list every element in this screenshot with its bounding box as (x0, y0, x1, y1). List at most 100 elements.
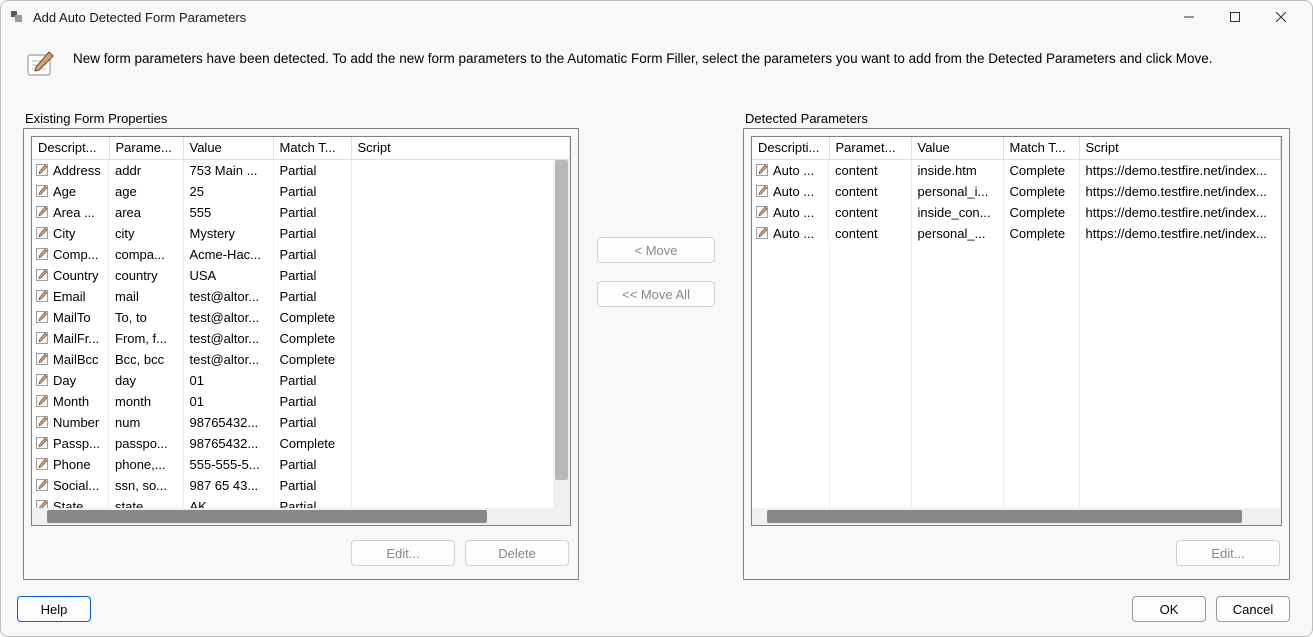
cell-value: 98765432... (183, 412, 273, 433)
table-row[interactable]: Phonephone,...555-555-5...Partial (32, 454, 570, 475)
move-all-button[interactable]: << Move All (597, 281, 715, 307)
cell-param: compa... (109, 244, 183, 265)
cell-param: addr (109, 159, 183, 181)
edit-row-icon (35, 373, 49, 387)
edit-row-icon (35, 457, 49, 471)
table-row[interactable]: CountrycountryUSAPartial (32, 265, 570, 286)
cell-description-text: Area ... (53, 205, 95, 220)
cell-description-text: Auto ... (773, 184, 814, 199)
window-controls (1166, 1, 1304, 33)
cell-param: ssn, so... (109, 475, 183, 496)
table-row[interactable]: Addressaddr753 Main ...Partial (32, 159, 570, 181)
table-row[interactable]: Numbernum98765432...Partial (32, 412, 570, 433)
table-row[interactable]: MailBccBcc, bcctest@altor...Complete (32, 349, 570, 370)
cell-match: Partial (273, 159, 351, 181)
table-row[interactable]: MailFr...From, f...test@altor...Complete (32, 328, 570, 349)
cell-value: Acme-Hac... (183, 244, 273, 265)
cell-match: Complete (273, 349, 351, 370)
existing-table: Descript... Parame... Value Match T... S… (32, 137, 570, 517)
edit-row-icon (755, 163, 769, 177)
cell-description: Auto ... (752, 181, 829, 202)
col-value[interactable]: Value (911, 137, 1003, 159)
cell-match: Complete (1003, 181, 1079, 202)
col-script[interactable]: Script (1079, 137, 1281, 159)
col-description[interactable]: Descript... (32, 137, 109, 159)
table-row[interactable]: Auto ...contentpersonal_i...Completehttp… (752, 181, 1281, 202)
ok-button[interactable]: OK (1132, 596, 1206, 622)
detected-table-scroll[interactable]: Descripti... Paramet... Value Match T...… (752, 137, 1281, 525)
col-parameters[interactable]: Parame... (109, 137, 183, 159)
table-row[interactable]: Area ...area555Partial (32, 202, 570, 223)
cancel-button[interactable]: Cancel (1216, 596, 1290, 622)
cell-description-text: Number (53, 415, 99, 430)
cell-match: Partial (273, 202, 351, 223)
move-button[interactable]: < Move (597, 237, 715, 263)
edit-row-icon (755, 184, 769, 198)
cell-match: Partial (273, 412, 351, 433)
table-row[interactable]: Dayday01Partial (32, 370, 570, 391)
vertical-scrollbar[interactable] (553, 160, 570, 508)
close-button[interactable] (1258, 1, 1304, 33)
cell-script: https://demo.testfire.net/index... (1079, 181, 1281, 202)
cell-script (351, 370, 570, 391)
cell-description: Passp... (32, 433, 109, 454)
table-row-empty (752, 265, 1281, 286)
col-match-type[interactable]: Match T... (273, 137, 351, 159)
cell-description-text: Social... (53, 478, 99, 493)
cell-match: Partial (273, 223, 351, 244)
detected-panel-buttons: Edit... (751, 526, 1282, 572)
horizontal-scrollbar[interactable] (32, 508, 570, 525)
cell-description: Social... (32, 475, 109, 496)
cell-script (351, 454, 570, 475)
col-match-type[interactable]: Match T... (1003, 137, 1079, 159)
cell-value: 753 Main ... (183, 159, 273, 181)
cell-script: https://demo.testfire.net/index... (1079, 223, 1281, 244)
cell-description: Email (32, 286, 109, 307)
col-parameters[interactable]: Paramet... (829, 137, 911, 159)
existing-table-scroll[interactable]: Descript... Parame... Value Match T... S… (32, 137, 570, 525)
cell-match: Partial (273, 265, 351, 286)
cell-param: content (829, 223, 911, 244)
col-script[interactable]: Script (351, 137, 570, 159)
table-row[interactable]: Auto ...contentinside.htmCompletehttps:/… (752, 159, 1281, 181)
table-row-empty (752, 307, 1281, 328)
cell-script (351, 412, 570, 433)
cell-description: Address (32, 160, 109, 181)
dialog-body: Existing Form Properties Descript... Par… (1, 91, 1312, 590)
maximize-button[interactable] (1212, 1, 1258, 33)
existing-panel-box: Descript... Parame... Value Match T... S… (23, 128, 579, 580)
col-value[interactable]: Value (183, 137, 273, 159)
cell-match: Partial (273, 286, 351, 307)
cell-param: city (109, 223, 183, 244)
cell-value: test@altor... (183, 328, 273, 349)
edit-button[interactable]: Edit... (1176, 540, 1280, 566)
cell-description: MailFr... (32, 328, 109, 349)
cell-value: 98765432... (183, 433, 273, 454)
cell-script (351, 244, 570, 265)
horizontal-scrollbar[interactable] (752, 508, 1281, 525)
info-row: New form parameters have been detected. … (1, 33, 1312, 91)
table-row[interactable]: CitycityMysteryPartial (32, 223, 570, 244)
table-row[interactable]: Monthmonth01Partial (32, 391, 570, 412)
cell-value: personal_i... (911, 181, 1003, 202)
cell-script (351, 475, 570, 496)
minimize-button[interactable] (1166, 1, 1212, 33)
cell-description: Day (32, 370, 109, 391)
table-row[interactable]: Social...ssn, so...987 65 43...Partial (32, 475, 570, 496)
detected-table-container: Descripti... Paramet... Value Match T...… (751, 136, 1282, 526)
col-description[interactable]: Descripti... (752, 137, 829, 159)
help-button[interactable]: Help (17, 596, 91, 622)
edit-button[interactable]: Edit... (351, 540, 455, 566)
cell-value: personal_... (911, 223, 1003, 244)
table-row-empty (752, 454, 1281, 475)
table-row[interactable]: Auto ...contentpersonal_...Completehttps… (752, 223, 1281, 244)
table-row[interactable]: Comp...compa...Acme-Hac...Partial (32, 244, 570, 265)
table-row[interactable]: Emailmailtest@altor...Partial (32, 286, 570, 307)
table-row[interactable]: Ageage25Partial (32, 181, 570, 202)
delete-button[interactable]: Delete (465, 540, 569, 566)
table-row[interactable]: Auto ...contentinside_con...Completehttp… (752, 202, 1281, 223)
table-row[interactable]: Passp...passpo...98765432...Complete (32, 433, 570, 454)
table-row-empty (752, 370, 1281, 391)
table-row[interactable]: MailToTo, totest@altor...Complete (32, 307, 570, 328)
footer: Help OK Cancel (1, 590, 1312, 636)
